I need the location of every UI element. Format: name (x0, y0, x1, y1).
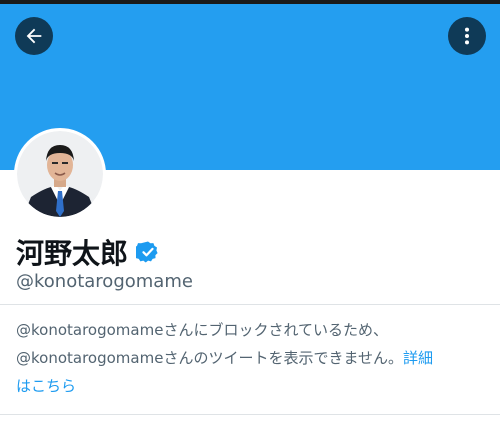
divider (0, 304, 500, 305)
profile-name-row: 河野太郎 (16, 232, 160, 272)
avatar[interactable] (14, 128, 106, 220)
display-name: 河野太郎 (16, 237, 129, 270)
blocked-notice-line-2: @konotarogomameさんのツイートを表示できません。詳細 (16, 344, 492, 372)
divider (0, 414, 500, 415)
learn-more-link-start[interactable]: 詳細 (403, 349, 433, 367)
verified-badge-icon[interactable] (136, 240, 160, 264)
blocked-notice-line-3: はこちら (16, 372, 492, 400)
more-options-button[interactable] (448, 17, 486, 55)
blocked-notice: @konotarogomameさんにブロックされているため、 @konotaro… (16, 316, 492, 400)
learn-more-link-end[interactable]: はこちら (16, 377, 76, 395)
profile-handle: @konotarogomame (16, 271, 193, 292)
more-vertical-icon (456, 25, 478, 47)
arrow-left-icon (23, 25, 45, 47)
avatar-photo (17, 131, 103, 217)
blocked-notice-text: @konotarogomameさんのツイートを表示できません。 (16, 349, 403, 367)
blocked-notice-line-1: @konotarogomameさんにブロックされているため、 (16, 321, 388, 339)
back-button[interactable] (15, 17, 53, 55)
